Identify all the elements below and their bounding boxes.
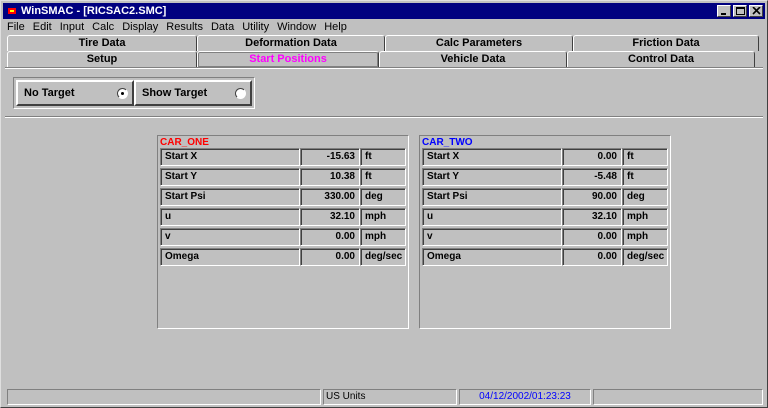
car-one-panel: CAR_ONE Start X -15.63 ft Start Y 10.38 … [157,135,409,329]
car-one-label: v [160,228,300,246]
car-one-label: u [160,208,300,226]
menu-data[interactable]: Data [211,21,234,33]
menu-help[interactable]: Help [324,21,347,33]
car-two-label: Start X [422,148,562,166]
car-one-unit: mph [360,208,406,226]
no-target-radio[interactable]: No Target [16,80,134,106]
section-divider [5,116,763,118]
car-one-row: v 0.00 mph [160,228,406,246]
no-target-label: No Target [24,87,75,99]
car-one-value[interactable]: -15.63 [300,148,360,166]
car-one-value[interactable]: 330.00 [300,188,360,206]
maximize-button[interactable] [733,5,747,17]
car-one-row: Omega 0.00 deg/sec [160,248,406,266]
tab-deformation-data[interactable]: Deformation Data [197,35,385,51]
car-one-value[interactable]: 0.00 [300,248,360,266]
window-title: WinSMAC - [RICSAC2.SMC] [21,5,167,17]
car-one-unit: deg [360,188,406,206]
target-mode-group: No Target Show Target [13,77,255,109]
car-one-unit: ft [360,148,406,166]
car-two-label: Start Psi [422,188,562,206]
menu-utility[interactable]: Utility [242,21,269,33]
car-two-unit: deg [622,188,668,206]
car-one-unit: ft [360,168,406,186]
menu-edit[interactable]: Edit [33,21,52,33]
status-bar: US Units 04/12/2002/01:23:23 [3,389,765,405]
status-datetime: 04/12/2002/01:23:23 [459,389,591,405]
menu-display[interactable]: Display [122,21,158,33]
car-one-value[interactable]: 32.10 [300,208,360,226]
status-panel-empty [7,389,321,405]
minimize-icon [721,13,726,15]
show-target-radio[interactable]: Show Target [134,80,252,106]
tab-divider [5,67,763,69]
car-two-label: Start Y [422,168,562,186]
car-one-label: Start Y [160,168,300,186]
car-two-unit: mph [622,208,668,226]
menu-calc[interactable]: Calc [92,21,114,33]
car-two-panel: CAR_TWO Start X 0.00 ft Start Y -5.48 ft… [419,135,671,329]
car-two-unit: ft [622,148,668,166]
car-two-unit: deg/sec [622,248,668,266]
car-one-value[interactable]: 0.00 [300,228,360,246]
car-one-label: Start Psi [160,188,300,206]
menu-results[interactable]: Results [166,21,203,33]
status-units: US Units [323,389,457,405]
status-panel-right [593,389,763,405]
car-one-label: Start X [160,148,300,166]
car-one-row: Start X -15.63 ft [160,148,406,166]
menu-window[interactable]: Window [277,21,316,33]
car-two-row: u 32.10 mph [422,208,668,226]
menu-file[interactable]: File [7,21,25,33]
car-two-label: u [422,208,562,226]
radio-empty-icon [235,88,246,99]
car-two-value[interactable]: 0.00 [562,248,622,266]
tab-calc-parameters[interactable]: Calc Parameters [385,35,573,51]
car-two-value[interactable]: 0.00 [562,148,622,166]
title-bar[interactable]: WinSMAC - [RICSAC2.SMC] [3,3,765,19]
maximize-icon [736,7,745,15]
car-one-unit: deg/sec [360,248,406,266]
app-window: WinSMAC - [RICSAC2.SMC] File Edit Input … [0,0,768,408]
show-target-label: Show Target [142,87,208,99]
car-two-value[interactable]: 90.00 [562,188,622,206]
car-two-row: Omega 0.00 deg/sec [422,248,668,266]
app-icon [8,8,16,14]
tab-friction-data[interactable]: Friction Data [573,35,759,51]
tab-setup[interactable]: Setup [7,51,197,67]
car-one-row: u 32.10 mph [160,208,406,226]
radio-selected-icon [117,88,128,99]
tab-strip: Tire Data Deformation Data Calc Paramete… [3,35,765,69]
car-two-unit: mph [622,228,668,246]
tab-vehicle-data[interactable]: Vehicle Data [379,51,567,67]
car-two-label: Omega [422,248,562,266]
menu-input[interactable]: Input [60,21,84,33]
car-two-row: Start Y -5.48 ft [422,168,668,186]
car-one-row: Start Y 10.38 ft [160,168,406,186]
close-icon [752,7,761,15]
car-one-label: Omega [160,248,300,266]
tab-start-positions[interactable]: Start Positions [197,51,379,67]
car-two-unit: ft [622,168,668,186]
car-one-title: CAR_ONE [160,137,209,148]
tab-tire-data[interactable]: Tire Data [7,35,197,51]
close-button[interactable] [749,5,763,17]
car-one-unit: mph [360,228,406,246]
car-two-row: Start Psi 90.00 deg [422,188,668,206]
car-two-row: Start X 0.00 ft [422,148,668,166]
car-two-value[interactable]: -5.48 [562,168,622,186]
car-one-row: Start Psi 330.00 deg [160,188,406,206]
car-one-value[interactable]: 10.38 [300,168,360,186]
minimize-button[interactable] [717,5,731,17]
menu-bar: File Edit Input Calc Display Results Dat… [3,19,765,35]
car-two-label: v [422,228,562,246]
car-two-row: v 0.00 mph [422,228,668,246]
tab-control-data[interactable]: Control Data [567,51,755,67]
car-two-title: CAR_TWO [422,137,473,148]
car-two-value[interactable]: 32.10 [562,208,622,226]
car-two-value[interactable]: 0.00 [562,228,622,246]
